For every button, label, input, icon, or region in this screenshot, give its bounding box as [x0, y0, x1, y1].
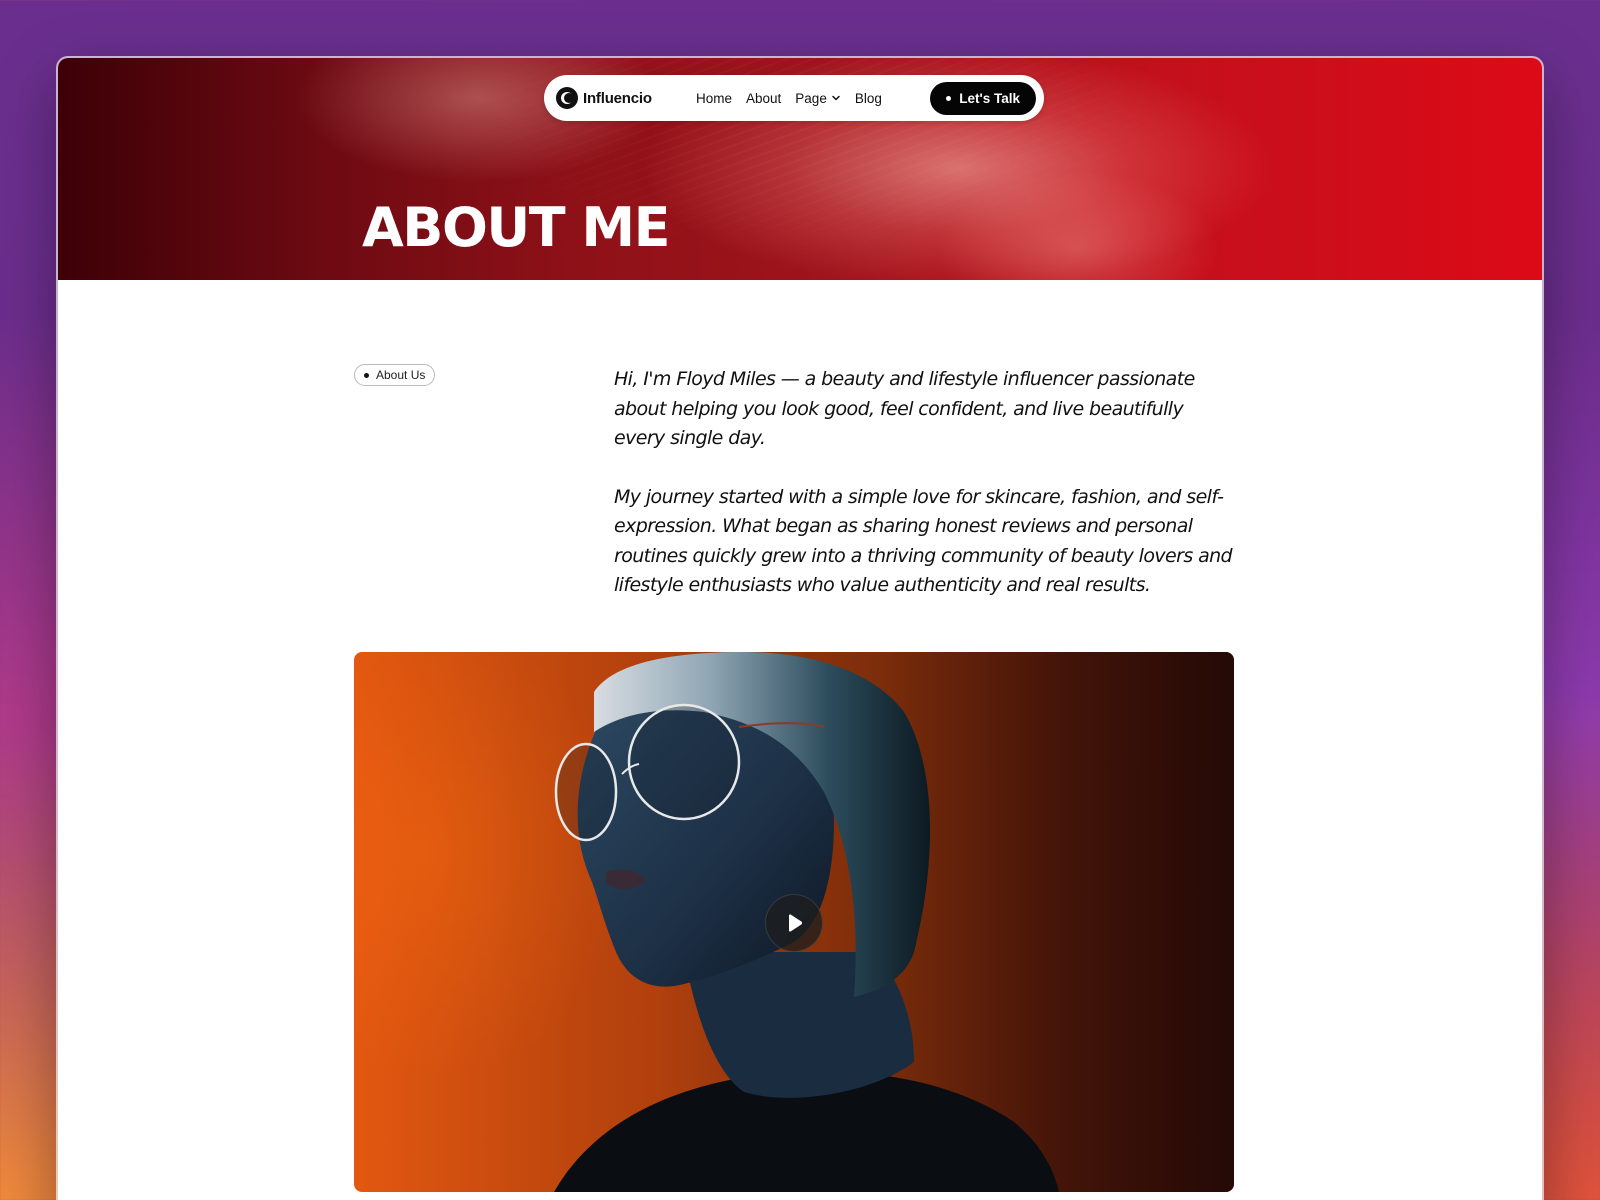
about-intro: Hi, I'm Floyd Miles — a beauty and lifes…	[614, 365, 1234, 601]
tag-dot-icon	[364, 372, 369, 378]
hero-banner: Influencio Home About Page Blog Let's Ta…	[58, 58, 1542, 280]
nav-link-about[interactable]: About	[746, 91, 781, 106]
cta-dot-icon	[946, 95, 952, 101]
chevron-down-icon	[832, 95, 840, 101]
brand-logo[interactable]: Influencio	[556, 87, 696, 109]
nav-links: Home About Page Blog	[696, 91, 882, 106]
top-navbar: Influencio Home About Page Blog Let's Ta…	[544, 75, 1044, 121]
nav-link-home[interactable]: Home	[696, 91, 732, 106]
play-icon	[789, 914, 803, 932]
intro-paragraph: My journey started with a simple love fo…	[614, 485, 1233, 597]
logo-icon	[556, 87, 578, 109]
intro-paragraph: Hi, I'm Floyd Miles — a beauty and lifes…	[614, 368, 1195, 449]
lets-talk-button[interactable]: Let's Talk	[930, 81, 1036, 115]
nav-link-page-label: Page	[795, 90, 827, 106]
lets-talk-label: Let's Talk	[959, 90, 1020, 106]
nav-link-page-dropdown[interactable]: Page	[795, 91, 841, 106]
play-button[interactable]	[765, 894, 823, 952]
page-title: ABOUT ME	[362, 196, 670, 259]
browser-window: Influencio Home About Page Blog Let's Ta…	[58, 58, 1542, 1200]
section-tag-label: About Us	[376, 368, 426, 382]
brand-name: Influencio	[583, 89, 652, 107]
section-tag: About Us	[354, 364, 436, 386]
video-player[interactable]	[354, 652, 1234, 1192]
nav-link-blog[interactable]: Blog	[855, 91, 882, 106]
